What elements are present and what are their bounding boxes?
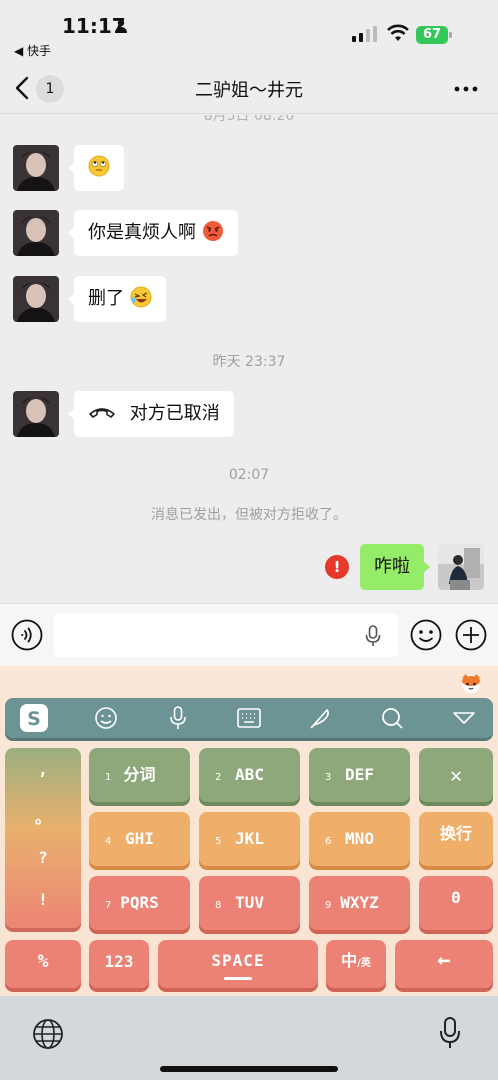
- svg-text:S: S: [27, 708, 41, 730]
- message-text: 对方已取消: [129, 403, 220, 424]
- message-text: 你是真烦人啊: [88, 222, 196, 243]
- person-icon: [115, 19, 127, 33]
- keyboard-layout-icon[interactable]: [236, 706, 262, 730]
- key-9-wxyz[interactable]: 9 WXYZ: [309, 876, 410, 930]
- key-1-segment[interactable]: 1 分词: [89, 748, 190, 802]
- eye-roll-emoji-icon: [88, 155, 110, 177]
- globe-icon[interactable]: [32, 1018, 64, 1050]
- emoji-panel-icon[interactable]: [93, 706, 119, 730]
- punctuation-column[interactable]: , 。 ? !: [5, 748, 81, 928]
- message-bubble[interactable]: 你是真烦人啊: [68, 210, 238, 256]
- key-5-jkl[interactable]: 5 JKL: [199, 812, 300, 866]
- system-notice: 消息已发出，但被对方拒收了。: [151, 507, 347, 523]
- message-text: 删了: [88, 288, 124, 309]
- cellular-signal-icon: [352, 26, 377, 42]
- dictation-mic-icon[interactable]: [438, 1016, 462, 1050]
- space-key[interactable]: SPACE: [158, 940, 318, 988]
- backspace-key[interactable]: ←: [395, 940, 493, 988]
- my-message-bubble[interactable]: 咋啦: [360, 544, 430, 590]
- call-cancelled-bubble[interactable]: 对方已取消: [68, 391, 234, 437]
- phone-hangup-icon: [89, 408, 115, 418]
- keyboard-toolbar: S: [5, 698, 493, 738]
- search-icon[interactable]: [379, 706, 405, 730]
- rolling-laughing-emoji-icon: [130, 286, 152, 308]
- punct-key-question[interactable]: ?: [5, 848, 81, 867]
- contact-avatar[interactable]: [13, 391, 59, 437]
- message-text: 咋啦: [374, 556, 410, 577]
- message-bubble[interactable]: [68, 145, 124, 191]
- message-input-bar: [0, 603, 498, 666]
- skin-theme-icon[interactable]: [307, 706, 333, 730]
- timestamp: 02:07: [228, 467, 270, 483]
- more-options-icon[interactable]: [454, 86, 478, 92]
- delete-all-key[interactable]: ✕: [419, 748, 493, 802]
- unread-count-badge[interactable]: 1: [36, 75, 64, 103]
- key-2-abc[interactable]: 2 ABC: [199, 748, 300, 802]
- angry-face-emoji-icon: [202, 221, 223, 241]
- punct-key-exclaim[interactable]: !: [5, 890, 81, 909]
- contact-avatar[interactable]: [13, 145, 59, 191]
- sogou-logo-icon[interactable]: S: [19, 703, 49, 733]
- number-switch-key[interactable]: 123: [89, 940, 149, 988]
- message-list[interactable]: 8月5日 08:20 你是真烦人啊 删了 昨天 23:37 对方已取消 02:0…: [0, 115, 498, 603]
- chat-title: 二驴姐～井元: [195, 80, 303, 101]
- punct-key-period[interactable]: 。: [5, 804, 81, 828]
- back-chevron-icon[interactable]: [14, 76, 30, 100]
- wifi-icon: [387, 24, 409, 41]
- percent-key[interactable]: %: [5, 940, 81, 988]
- chat-header: 1 二驴姐～井元: [0, 62, 498, 114]
- key-7-pqrs[interactable]: 7 PQRS: [89, 876, 190, 930]
- contact-avatar[interactable]: [13, 210, 59, 256]
- system-keyboard-bar: [0, 996, 498, 1080]
- collapse-keyboard-icon[interactable]: [451, 706, 477, 730]
- back-to-app-link[interactable]: ◀ 快手: [14, 42, 51, 59]
- contact-avatar[interactable]: [13, 276, 59, 322]
- key-0[interactable]: 0: [419, 876, 493, 930]
- keyboard-mascot-icon[interactable]: [458, 672, 484, 694]
- timestamp: 昨天 23:37: [212, 354, 286, 370]
- newline-key[interactable]: 换行: [419, 812, 493, 866]
- battery-level: 67: [416, 26, 448, 44]
- home-indicator[interactable]: [160, 1066, 338, 1072]
- status-bar: 11:17 ◀ 快手 67: [0, 0, 498, 62]
- language-switch-key[interactable]: 中/英: [326, 940, 386, 988]
- punct-key-comma[interactable]: ,: [5, 760, 81, 779]
- key-4-ghi[interactable]: 4 GHI: [89, 812, 190, 866]
- battery-indicator: 67: [416, 26, 452, 44]
- voice-input-icon[interactable]: [165, 706, 191, 730]
- sogou-keyboard: S , 。 ? ! 1 分词 2 ABC 3 DEF ✕ 4 GHI 5 JKL 6 MNO…: [0, 666, 498, 996]
- timestamp-partial: 8月5日 08:20: [203, 115, 295, 124]
- message-input[interactable]: [54, 613, 398, 657]
- key-3-def[interactable]: 3 DEF: [309, 748, 410, 802]
- send-failed-error-icon[interactable]: !: [325, 555, 349, 579]
- add-attachment-icon[interactable]: [455, 619, 487, 651]
- message-bubble[interactable]: 删了: [68, 276, 166, 322]
- key-6-mno[interactable]: 6 MNO: [309, 812, 410, 866]
- key-8-tuv[interactable]: 8 TUV: [199, 876, 300, 930]
- voice-mode-icon[interactable]: [11, 619, 43, 651]
- my-avatar[interactable]: [438, 544, 484, 590]
- emoji-button-icon[interactable]: [410, 619, 442, 651]
- voice-input-mic-icon[interactable]: [364, 625, 382, 647]
